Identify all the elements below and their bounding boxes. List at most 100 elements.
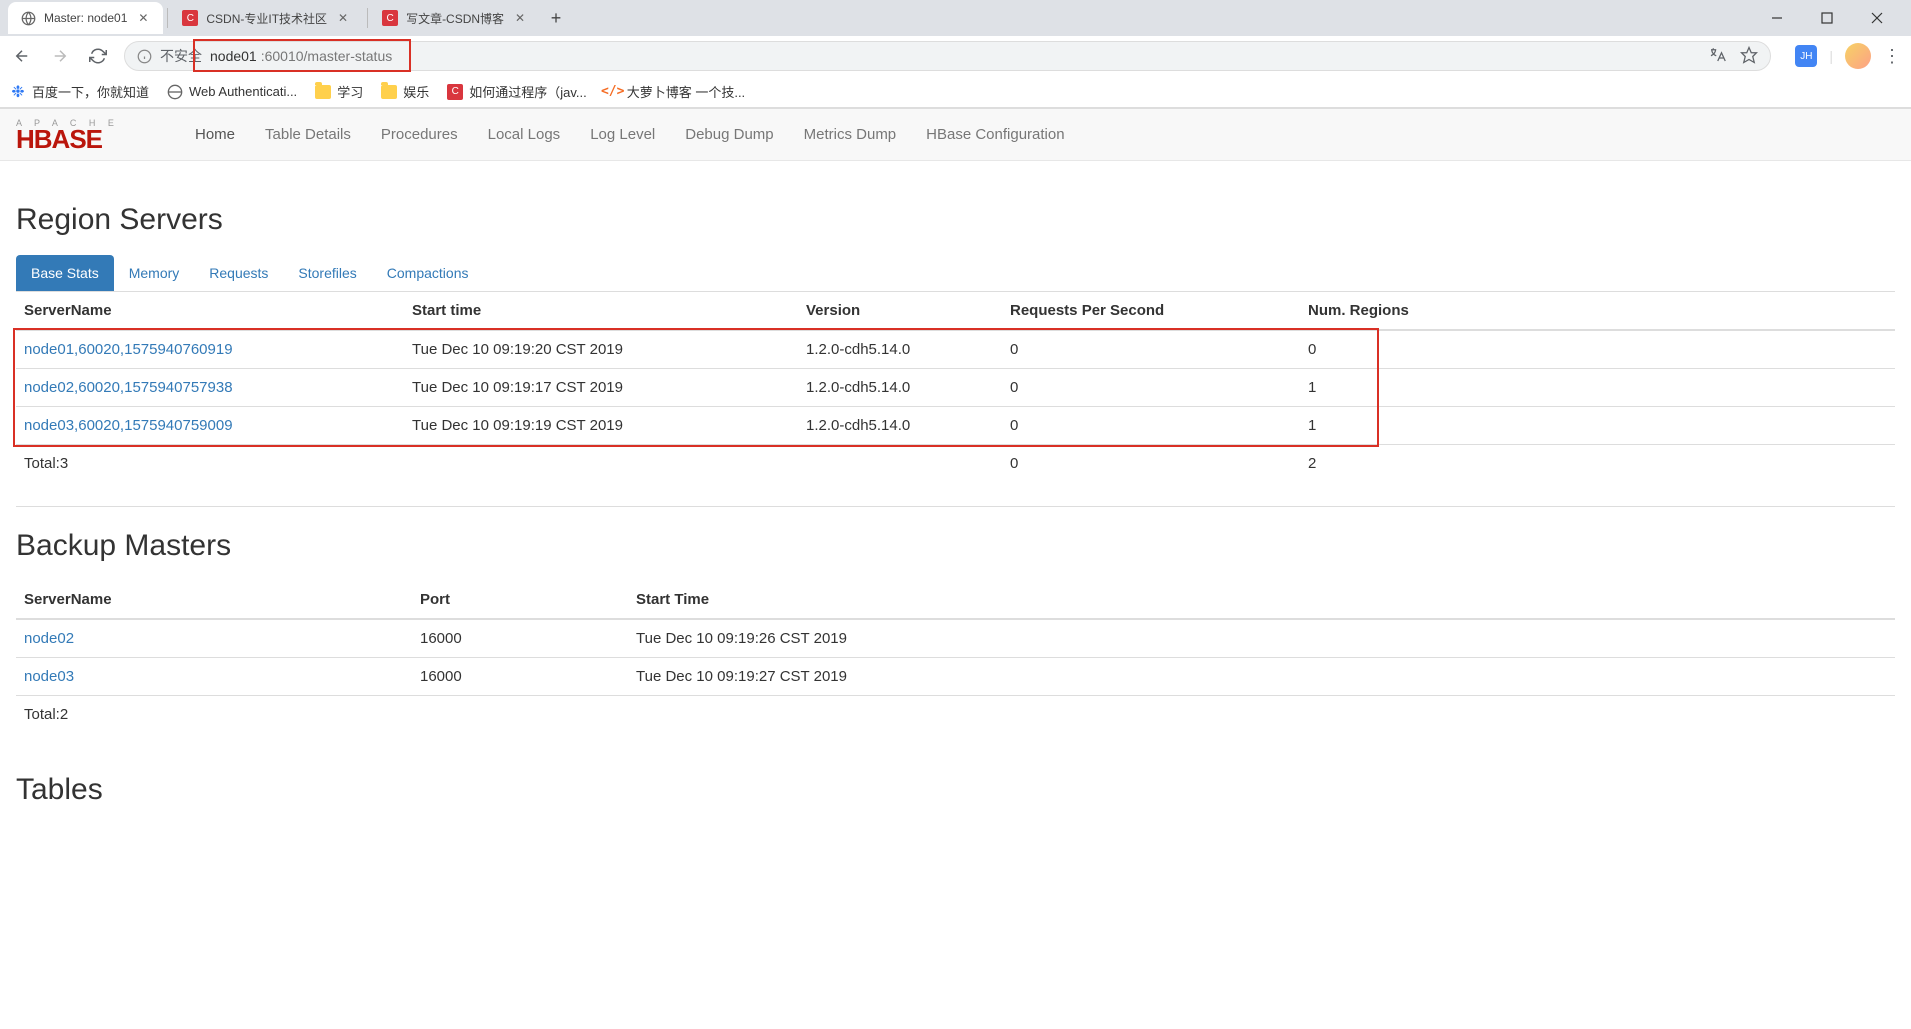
bookmark-item-1[interactable]: Web Authenticati...	[167, 84, 297, 100]
hbase-navbar: A P A C H E HBASE Home Table Details Pro…	[0, 109, 1911, 161]
code-icon: </>	[605, 84, 621, 100]
bookmark-item-4[interactable]: C 如何通过程序（jav...	[447, 82, 587, 101]
bookmark-label: Web Authenticati...	[189, 84, 297, 99]
bookmark-item-3[interactable]: 娱乐	[381, 82, 429, 101]
section-divider	[16, 506, 1895, 507]
nav-table-details[interactable]: Table Details	[250, 110, 366, 159]
total-row: Total:3 0 2	[16, 445, 1895, 483]
tab-title: Master: node01	[44, 11, 127, 25]
bookmark-label: 娱乐	[403, 82, 429, 101]
mobile-icon	[167, 84, 183, 100]
cell-regions: 1	[1300, 369, 1895, 407]
cell-port: 16000	[412, 658, 628, 696]
tab-base-stats[interactable]: Base Stats	[16, 255, 114, 291]
backup-masters-heading: Backup Masters	[16, 529, 1895, 563]
nav-home[interactable]: Home	[180, 110, 250, 159]
baidu-icon: ❉	[10, 84, 26, 100]
csdn-icon: C	[182, 10, 198, 26]
bookmark-item-2[interactable]: 学习	[315, 82, 363, 101]
bookmark-item-0[interactable]: ❉ 百度一下，你就知道	[10, 82, 149, 101]
extension-badge[interactable]: JH	[1795, 45, 1817, 67]
server-link[interactable]: node03	[24, 668, 74, 685]
browser-tab-0[interactable]: Master: node01 ✕	[8, 2, 163, 34]
th-starttime: Start time	[404, 292, 798, 330]
tab-storefiles[interactable]: Storefiles	[283, 255, 371, 291]
tab-requests[interactable]: Requests	[194, 255, 283, 291]
tab-memory[interactable]: Memory	[114, 255, 195, 291]
th-bm-start: Start Time	[628, 581, 1895, 619]
security-label: 不安全	[160, 46, 202, 66]
bookmark-item-5[interactable]: </> 大萝卜博客 一个技...	[605, 82, 745, 101]
hbase-logo[interactable]: A P A C H E HBASE	[16, 116, 156, 153]
cell-port: 16000	[412, 619, 628, 658]
bookmark-label: 学习	[337, 82, 363, 101]
close-icon[interactable]: ✕	[135, 10, 151, 26]
region-servers-heading: Region Servers	[16, 203, 1895, 237]
tab-compactions[interactable]: Compactions	[372, 255, 484, 291]
new-tab-button[interactable]: +	[542, 4, 570, 32]
table-row: node03,60020,1575940759009 Tue Dec 10 09…	[16, 407, 1895, 445]
tab-title: CSDN-专业IT技术社区	[206, 10, 327, 27]
cell-rps: 0	[1002, 407, 1300, 445]
table-row: node01,60020,1575940760919 Tue Dec 10 09…	[16, 330, 1895, 369]
bookmark-label: 大萝卜博客 一个技...	[627, 82, 745, 101]
cell-start: Tue Dec 10 09:19:17 CST 2019	[404, 369, 798, 407]
tab-bar: Master: node01 ✕ C CSDN-专业IT技术社区 ✕ C 写文章…	[0, 0, 1911, 36]
bookmark-label: 如何通过程序（jav...	[469, 82, 587, 101]
forward-button[interactable]	[48, 44, 72, 68]
th-servername: ServerName	[16, 292, 404, 330]
browser-tab-2[interactable]: C 写文章-CSDN博客 ✕	[370, 2, 540, 34]
cell-version: 1.2.0-cdh5.14.0	[798, 330, 1002, 369]
table-row: node03 16000 Tue Dec 10 09:19:27 CST 201…	[16, 658, 1895, 696]
cell-start: Tue Dec 10 09:19:19 CST 2019	[404, 407, 798, 445]
bookmark-label: 百度一下，你就知道	[32, 82, 149, 101]
minimize-button[interactable]	[1761, 4, 1793, 32]
reload-button[interactable]	[86, 44, 110, 68]
server-link[interactable]: node01,60020,1575940760919	[24, 341, 233, 358]
nav-local-logs[interactable]: Local Logs	[473, 110, 576, 159]
total-label: Total:3	[16, 445, 404, 483]
page-content: Region Servers Base Stats Memory Request…	[0, 161, 1911, 835]
backup-masters-table: ServerName Port Start Time node02 16000 …	[16, 581, 1895, 733]
tab-separator	[367, 8, 368, 28]
cell-start: Tue Dec 10 09:19:20 CST 2019	[404, 330, 798, 369]
nav-hbase-config[interactable]: HBase Configuration	[911, 110, 1079, 159]
server-link[interactable]: node03,60020,1575940759009	[24, 417, 233, 434]
back-button[interactable]	[10, 44, 34, 68]
maximize-button[interactable]	[1811, 4, 1843, 32]
th-bm-port: Port	[412, 581, 628, 619]
bookmark-star-icon[interactable]	[1740, 46, 1758, 67]
cell-regions: 0	[1300, 330, 1895, 369]
server-link[interactable]: node02,60020,1575940757938	[24, 379, 233, 396]
svg-text:HBASE: HBASE	[16, 124, 103, 150]
nav-procedures[interactable]: Procedures	[366, 110, 473, 159]
th-version: Version	[798, 292, 1002, 330]
close-window-button[interactable]	[1861, 4, 1893, 32]
nav-metrics-dump[interactable]: Metrics Dump	[789, 110, 912, 159]
folder-icon	[315, 84, 331, 100]
nav-debug-dump[interactable]: Debug Dump	[670, 110, 788, 159]
nav-log-level[interactable]: Log Level	[575, 110, 670, 159]
total-regions: 2	[1300, 445, 1895, 483]
browser-tab-1[interactable]: C CSDN-专业IT技术社区 ✕	[170, 2, 363, 34]
chrome-menu-icon[interactable]: ⋮	[1883, 46, 1901, 67]
address-bar[interactable]: 不安全 node01:60010/master-status	[124, 41, 1771, 71]
total-label: Total:2	[16, 696, 412, 734]
table-row: node02 16000 Tue Dec 10 09:19:26 CST 201…	[16, 619, 1895, 658]
total-row: Total:2	[16, 696, 1895, 734]
close-icon[interactable]: ✕	[335, 10, 351, 26]
server-link[interactable]: node02	[24, 630, 74, 647]
hbase-nav-items: Home Table Details Procedures Local Logs…	[180, 110, 1080, 159]
cell-version: 1.2.0-cdh5.14.0	[798, 407, 1002, 445]
table-row: node02,60020,1575940757938 Tue Dec 10 09…	[16, 369, 1895, 407]
cell-regions: 1	[1300, 407, 1895, 445]
close-icon[interactable]: ✕	[512, 10, 528, 26]
browser-chrome: Master: node01 ✕ C CSDN-专业IT技术社区 ✕ C 写文章…	[0, 0, 1911, 109]
profile-avatar[interactable]	[1845, 43, 1871, 69]
separator: |	[1829, 48, 1833, 64]
translate-icon[interactable]	[1708, 46, 1726, 67]
navigation-bar: 不安全 node01:60010/master-status JH | ⋮	[0, 36, 1911, 76]
cell-start: Tue Dec 10 09:19:27 CST 2019	[628, 658, 1895, 696]
cell-start: Tue Dec 10 09:19:26 CST 2019	[628, 619, 1895, 658]
tab-separator	[167, 8, 168, 28]
